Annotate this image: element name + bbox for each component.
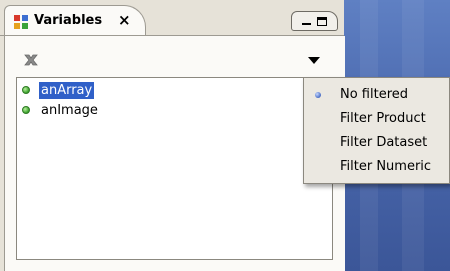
menu-item-label: No filtered xyxy=(340,87,409,102)
variable-icon xyxy=(22,106,30,114)
radio-checked-icon xyxy=(315,92,321,98)
close-icon[interactable]: × xyxy=(118,11,131,29)
maximize-icon[interactable] xyxy=(317,17,327,26)
tab-title: Variables xyxy=(34,13,103,28)
menu-item-label: Filter Dataset xyxy=(340,135,428,150)
variable-icon xyxy=(22,86,30,94)
menu-item-filter-product[interactable]: Filter Product xyxy=(304,107,449,131)
menu-item-filter-dataset[interactable]: Filter Dataset xyxy=(304,131,449,155)
view-window-controls xyxy=(291,11,338,31)
remove-icon[interactable] xyxy=(22,51,40,69)
menu-item-label: Filter Numeric xyxy=(340,159,432,174)
view-menu-dropdown-icon[interactable] xyxy=(306,54,322,66)
filter-menu: No filtered Filter Product Filter Datase… xyxy=(303,77,450,184)
minimize-icon[interactable] xyxy=(302,23,311,25)
variable-name: anImage xyxy=(41,103,98,118)
variable-name: anArray xyxy=(39,82,95,99)
variables-icon xyxy=(14,15,28,29)
variables-list[interactable]: anArray anImage xyxy=(16,77,333,260)
menu-item-label: Filter Product xyxy=(340,111,426,126)
menu-item-filter-numeric[interactable]: Filter Numeric xyxy=(304,155,449,179)
variables-view: Variables × anArray anImage xyxy=(0,0,345,271)
menu-item-no-filtered[interactable]: No filtered xyxy=(304,83,449,107)
tab-variables[interactable]: Variables × xyxy=(4,5,146,36)
